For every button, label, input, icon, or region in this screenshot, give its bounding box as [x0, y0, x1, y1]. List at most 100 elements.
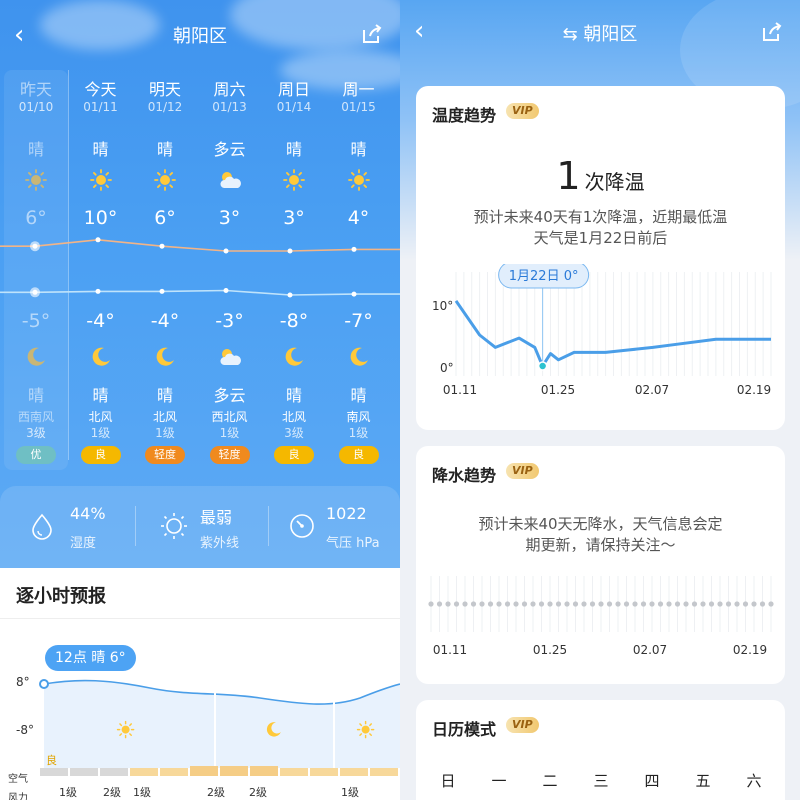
high-temp-point	[159, 243, 165, 249]
day-date: 01/13	[212, 100, 247, 114]
hourly-aqi-bar	[160, 768, 188, 776]
city-title[interactable]: ⇆ 朝阳区	[400, 20, 800, 46]
hourly-aqi-bar	[70, 768, 98, 776]
precip-point	[649, 601, 655, 607]
hourly-aqi-bar	[100, 768, 128, 776]
precip-point	[623, 601, 630, 607]
night-condition: 晴	[350, 386, 367, 405]
sun-icon	[356, 720, 375, 739]
precip-point	[428, 601, 434, 607]
precip-point	[708, 601, 715, 607]
temperature-trend-title: 温度趋势	[432, 106, 497, 125]
cloud-sun-icon	[218, 168, 242, 192]
aqi-badge: 轻度	[145, 446, 185, 464]
aqi-badge: 良	[338, 446, 379, 464]
wind-direction: 西南风	[17, 410, 54, 424]
precip-point	[564, 601, 570, 607]
precip-point	[462, 601, 468, 607]
low-temp-line	[0, 289, 400, 296]
night-condition: 晴	[27, 386, 44, 405]
precipitation-trend-card[interactable]: 降水趋势 VIP 预计未来40天无降水，天气信息会定 期更新，请保持关注～ 01…	[416, 446, 785, 684]
temperature-trend-chart[interactable]: 10° 0° 1月22日 0° 01.11 01.25 02.07 02.19	[416, 264, 785, 400]
precip-point	[666, 601, 672, 607]
precip-point	[479, 601, 485, 607]
air-row-label: 空气	[8, 774, 28, 785]
day-name: 明天	[148, 80, 181, 99]
precip-point	[768, 601, 774, 607]
night-condition: 晴	[92, 386, 109, 405]
day-date: 01/12	[147, 100, 183, 114]
wind-level: 3级	[284, 426, 304, 440]
sun-icon	[347, 168, 371, 192]
day-name: 周六	[213, 80, 246, 99]
share-icon[interactable]	[360, 22, 384, 46]
calendar-mode-card[interactable]: 日历模式 VIP 日 一 二 三 四 五 六	[416, 700, 785, 800]
precip-point	[742, 601, 749, 607]
wind-level: 1级	[348, 426, 369, 440]
precipitation-trend-chart[interactable]: 01.11 01.25 02.07 02.19	[416, 572, 785, 672]
night-condition: 晴	[156, 386, 173, 405]
uv-stat: 最弱 紫外线	[160, 486, 270, 568]
description-line: 预计未来40天有1次降温，近期最低温	[473, 208, 728, 226]
city-title: 朝阳区	[173, 26, 227, 47]
cooling-count: 1 次降温	[416, 154, 785, 198]
precip-point	[640, 601, 647, 607]
hourly-tooltip: 12点 晴 6°	[45, 645, 136, 671]
night-condition: 多云	[213, 386, 246, 405]
sun-icon	[282, 168, 306, 192]
precip-point	[572, 601, 579, 607]
high-temp-point	[351, 246, 357, 252]
weekday-label: 日	[440, 772, 456, 790]
low-temp-point-core	[32, 289, 38, 295]
precipitation-description: 预计未来40天无降水，天气信息会定 期更新，请保持关注～	[446, 514, 755, 556]
day-condition: 晴	[350, 140, 367, 159]
sun-dim-icon	[24, 168, 48, 192]
sun-outline-icon	[161, 513, 187, 539]
wind-direction: 南风	[346, 410, 371, 424]
low-temp-point	[351, 291, 357, 297]
hourly-y-high: 8°	[16, 675, 30, 689]
weekday-label: 五	[695, 772, 711, 790]
moon-icon	[347, 345, 371, 369]
description-line: 预计未来40天无降水，天气信息会定	[478, 515, 723, 533]
share-icon[interactable]	[760, 20, 784, 44]
top-bar: ‹ 朝阳区	[0, 0, 400, 70]
wind-level: 1级	[90, 426, 111, 440]
switch-city-icon[interactable]: ⇆	[563, 24, 578, 45]
aqi-badge: 轻度	[209, 446, 250, 464]
vip-badge: VIP	[506, 717, 539, 733]
cooling-count-number: 1	[556, 154, 581, 198]
x-axis-label: 01.25	[533, 643, 567, 657]
description-line: 期更新，请保持关注～	[525, 536, 676, 554]
precip-point	[589, 601, 596, 607]
day-condition: 晴	[27, 140, 44, 159]
precip-point	[555, 601, 562, 607]
humidity-label: 湿度	[70, 536, 97, 551]
temperature-trend-card[interactable]: 温度趋势 VIP 1 次降温 预计未来40天有1次降温，近期最低温 天气是1月22…	[416, 86, 785, 430]
hourly-aqi-bar	[280, 768, 308, 776]
uv-label: 紫外线	[200, 536, 240, 551]
daily-temp-trend	[0, 237, 400, 298]
moon-dim-icon	[24, 345, 48, 369]
precip-point	[674, 601, 681, 607]
wind-direction: 北风	[88, 410, 113, 424]
aqi-badge: 优	[16, 446, 56, 464]
precip-point	[521, 601, 528, 607]
hourly-wind-level: 2级	[207, 786, 225, 799]
wind-direction: 西北风	[211, 410, 248, 424]
precip-point	[504, 601, 511, 607]
hourly-wind-level: 1级	[59, 786, 77, 799]
hourly-forecast: 逐小时预报 良 1级 2级 1级 2级 2级 1级 12点 晴 6° 8° -8° 空气 风…	[0, 568, 400, 800]
moon-icon	[89, 345, 113, 369]
description-line: 天气是1月22日前后	[533, 229, 668, 247]
hourly-aqi-bar	[220, 766, 248, 776]
sun-icon	[153, 168, 177, 192]
x-axis-label: 02.19	[737, 383, 771, 397]
moon-icon	[153, 345, 177, 369]
wind-level: 3级	[26, 426, 46, 440]
high-temp-line	[0, 238, 400, 252]
hourly-aqi-bar	[340, 768, 368, 776]
precipitation-trend-title: 降水趋势	[432, 466, 497, 485]
x-axis-label: 01.11	[443, 383, 477, 397]
day-date: 01/14	[276, 100, 312, 114]
